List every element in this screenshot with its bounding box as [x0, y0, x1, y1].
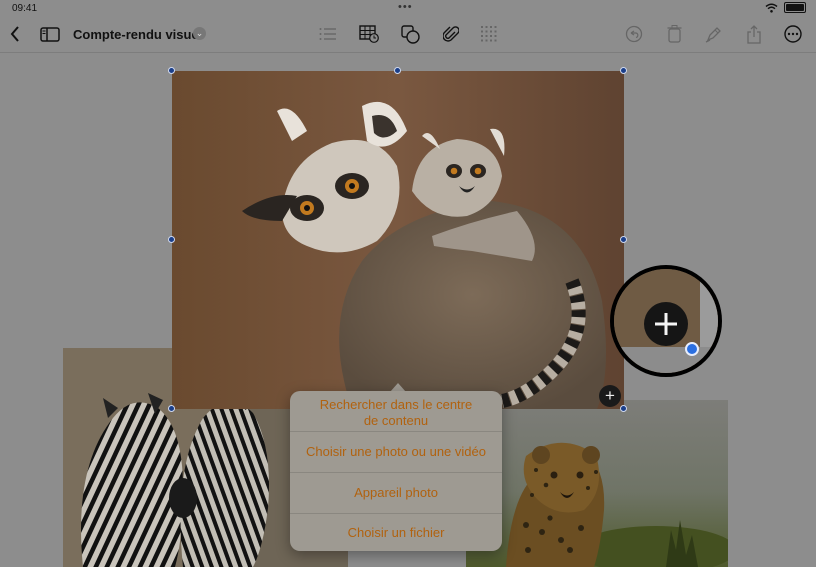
resize-handle-top-right[interactable]: [620, 67, 627, 74]
add-icon[interactable]: +: [599, 385, 621, 407]
status-time: 09:41: [12, 3, 38, 14]
menu-item-camera[interactable]: Appareil photo: [290, 473, 502, 513]
menu-item-label: de contenu: [363, 413, 429, 428]
multitasking-dots[interactable]: •••: [398, 1, 413, 13]
share-icon[interactable]: [741, 22, 767, 46]
battery-icon: [784, 2, 806, 13]
insert-popover-menu: Rechercher dans le centre de contenu Cho…: [290, 391, 502, 551]
trash-icon[interactable]: [661, 22, 687, 46]
zoom-callout: [610, 265, 722, 377]
resize-handle-top-left[interactable]: [168, 67, 175, 74]
lemur-image[interactable]: [172, 71, 624, 409]
menu-item-label: Rechercher dans le centre: [319, 397, 473, 412]
resize-handle-bottom-right[interactable]: [620, 405, 627, 412]
resize-handle-right[interactable]: [620, 236, 627, 243]
table-icon[interactable]: [356, 22, 382, 46]
document-title[interactable]: Compte-rendu visuel: [73, 27, 202, 42]
menu-item-content-library[interactable]: Rechercher dans le centre de contenu: [290, 397, 502, 431]
menu-item-choose-photo-video[interactable]: Choisir une photo ou une vidéo: [290, 432, 502, 472]
menu-item-label: Appareil photo: [354, 485, 438, 500]
status-indicators: [765, 2, 806, 13]
grid-icon[interactable]: [476, 22, 502, 46]
more-icon[interactable]: [780, 22, 806, 46]
pen-icon[interactable]: [701, 22, 727, 46]
resize-handle-left[interactable]: [168, 236, 175, 243]
status-bar: 09:41 •••: [0, 0, 816, 16]
sidebar-icon[interactable]: [37, 22, 63, 46]
menu-item-label: Choisir un fichier: [347, 525, 445, 540]
menu-item-choose-file[interactable]: Choisir un fichier: [290, 514, 502, 551]
menu-item-label: Choisir une photo ou une vidéo: [306, 444, 486, 459]
resize-handle-bottom-left[interactable]: [168, 405, 175, 412]
attachment-icon[interactable]: [438, 22, 464, 46]
leopard-image[interactable]: [466, 400, 728, 567]
back-icon[interactable]: [2, 22, 28, 46]
chevron-down-icon[interactable]: ⌄: [193, 27, 206, 40]
shapes-icon[interactable]: [397, 22, 423, 46]
toolbar: Compte-rendu visuel ⌄: [0, 16, 816, 53]
resize-handle-top[interactable]: [394, 67, 401, 74]
list-icon[interactable]: [315, 22, 341, 46]
wifi-icon: [765, 3, 778, 13]
undo-icon[interactable]: [621, 22, 647, 46]
